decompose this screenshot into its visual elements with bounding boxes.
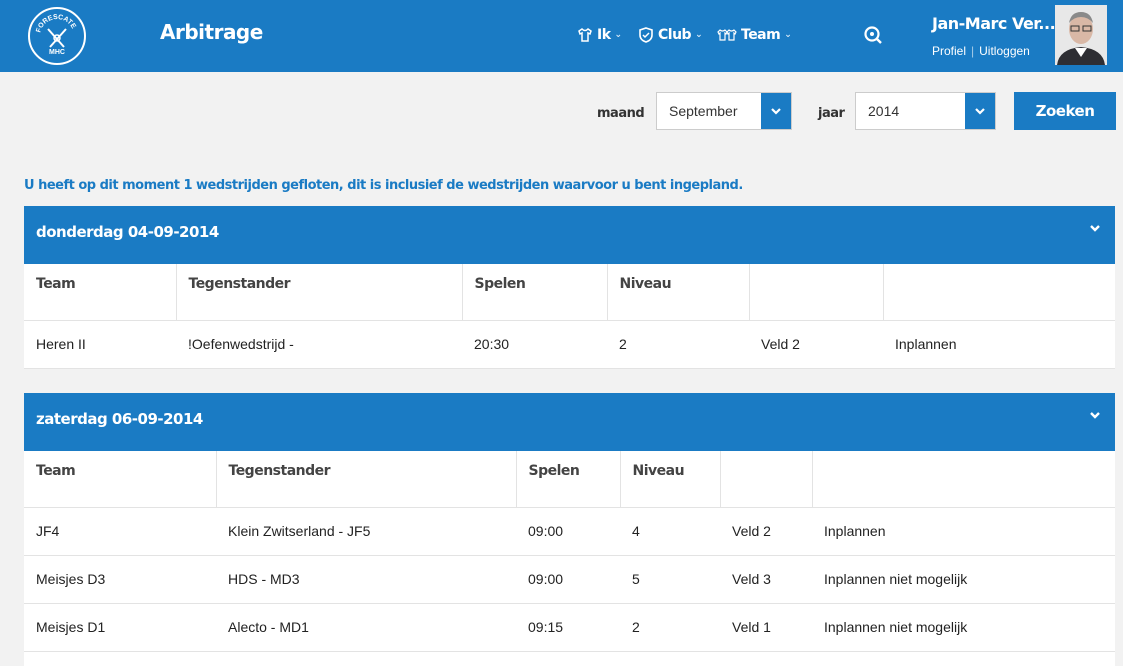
user-photo-icon xyxy=(1055,5,1107,65)
club-logo[interactable]: FORESCATE MHC xyxy=(28,7,86,65)
chevron-down-icon: ⌄ xyxy=(695,30,703,40)
table-row: Heren II !Oefenwedstrijd - 20:30 2 Veld … xyxy=(24,320,1115,369)
cell-opponent: !Oefenwedstrijd - xyxy=(176,320,462,369)
top-bar: FORESCATE MHC Arbitrage Ik ⌄ Club ⌄ Team… xyxy=(0,0,1123,72)
nav-item-ik[interactable]: Ik ⌄ xyxy=(577,27,622,43)
col-team: Team xyxy=(24,264,177,321)
year-select[interactable]: 2014 xyxy=(855,92,996,130)
svg-text:FORESCATE: FORESCATE xyxy=(35,14,77,34)
cell-field: Veld 3 xyxy=(720,555,812,604)
search-icon xyxy=(864,26,882,44)
cell-opponent: Klein Zwitserland - JF5 xyxy=(216,507,516,556)
cell-time: 09:00 xyxy=(516,507,620,556)
user-name: Jan-Marc Ver... xyxy=(932,14,1056,33)
dropdown-arrow[interactable] xyxy=(761,93,791,129)
nav-label: Ik xyxy=(597,27,611,43)
table-row: JF4 Klein Zwitserland - JF5 09:00 4 Veld… xyxy=(24,507,1115,556)
chevron-down-icon: ⌄ xyxy=(614,30,623,40)
nav-item-team[interactable]: Team ⌄ xyxy=(717,27,792,43)
status-text: Inplannen niet mogelijk xyxy=(812,555,1115,604)
table-row: Meisjes D1 Alecto - MD1 09:15 2 Veld 1 I… xyxy=(24,603,1115,652)
dropdown-arrow[interactable] xyxy=(965,93,995,129)
cell-time: 09:15 xyxy=(516,603,620,652)
col-opponent: Tegenstander xyxy=(176,264,463,321)
cell-field: Veld 2 xyxy=(720,507,812,556)
day-header[interactable]: zaterdag 06-09-2014 xyxy=(24,393,1115,451)
col-team: Team xyxy=(24,451,217,508)
nav-item-club[interactable]: Club ⌄ xyxy=(638,27,703,43)
shield-icon xyxy=(639,27,653,43)
hockey-sticks-logo-icon: FORESCATE MHC xyxy=(35,14,77,56)
avatar[interactable] xyxy=(1055,5,1107,65)
cell-level: 5 xyxy=(620,555,720,604)
day-block: donderdag 04-09-2014 Team Tegenstander S… xyxy=(24,206,1115,369)
cell-level: 2 xyxy=(620,603,720,652)
separator: | xyxy=(971,44,975,58)
month-select[interactable]: September xyxy=(656,92,792,130)
nav-label: Club xyxy=(658,27,692,43)
cell-opponent: HDS - MD3 xyxy=(216,555,516,604)
col-field xyxy=(720,451,813,508)
day-date: donderdag 04-09-2014 xyxy=(36,223,219,241)
cell-field: Veld 2 xyxy=(749,320,883,369)
profile-link[interactable]: Profiel xyxy=(932,44,966,58)
col-field xyxy=(749,264,884,321)
cell-team: Meisjes D1 xyxy=(24,603,216,652)
user-links: Profiel | Uitloggen xyxy=(932,44,1030,58)
col-time: Spelen xyxy=(516,451,621,508)
nav-label: Team xyxy=(741,27,781,43)
cell-team: Meisjes D3 xyxy=(24,555,216,604)
col-level: Niveau xyxy=(620,451,721,508)
day-header[interactable]: donderdag 04-09-2014 xyxy=(24,206,1115,264)
cell-team: Heren II xyxy=(24,320,176,369)
cell-level: 2 xyxy=(607,320,749,369)
chevron-down-icon: ⌄ xyxy=(784,30,792,40)
chevron-down-icon xyxy=(975,108,985,115)
cell-field: Veld 1 xyxy=(720,603,812,652)
cell-time: 09:00 xyxy=(516,555,620,604)
month-label: maand xyxy=(597,106,645,121)
status-text: Inplannen niet mogelijk xyxy=(812,603,1115,652)
cell-opponent: Alecto - MD1 xyxy=(216,603,516,652)
day-block: zaterdag 06-09-2014 Team Tegenstander Sp… xyxy=(24,393,1115,666)
match-table: Team Tegenstander Spelen Niveau JF4 Klei… xyxy=(24,451,1115,652)
col-opponent: Tegenstander xyxy=(216,451,517,508)
day-date: zaterdag 06-09-2014 xyxy=(36,410,203,428)
table-row: Meisjes D3 HDS - MD3 09:00 5 Veld 3 Inpl… xyxy=(24,555,1115,604)
intro-text: U heeft op dit moment 1 wedstrijden gefl… xyxy=(24,178,743,193)
month-value: September xyxy=(669,103,738,119)
year-label: jaar xyxy=(818,106,845,121)
col-level: Niveau xyxy=(607,264,750,321)
cell-team: JF4 xyxy=(24,507,216,556)
inplannen-action[interactable]: Inplannen xyxy=(883,320,1115,369)
chevron-down-icon[interactable] xyxy=(1089,409,1101,421)
cell-time: 20:30 xyxy=(462,320,607,369)
col-action xyxy=(812,451,1115,508)
year-value: 2014 xyxy=(868,103,900,119)
shirt-icon xyxy=(578,28,592,42)
chevron-down-icon xyxy=(771,108,781,115)
table-header-row: Team Tegenstander Spelen Niveau xyxy=(24,451,1115,508)
match-table: Team Tegenstander Spelen Niveau Heren II… xyxy=(24,264,1115,369)
col-time: Spelen xyxy=(462,264,608,321)
logout-link[interactable]: Uitloggen xyxy=(979,44,1030,58)
search-button[interactable] xyxy=(862,24,884,46)
table-header-row: Team Tegenstander Spelen Niveau xyxy=(24,264,1115,321)
col-action xyxy=(883,264,1115,321)
page-title: Arbitrage xyxy=(160,20,263,44)
svg-text:MHC: MHC xyxy=(49,49,65,56)
search-submit-button[interactable]: Zoeken xyxy=(1014,92,1116,130)
inplannen-action[interactable]: Inplannen xyxy=(812,507,1115,556)
cell-level: 4 xyxy=(620,507,720,556)
chevron-down-icon[interactable] xyxy=(1089,222,1101,234)
team-shirts-icon xyxy=(717,29,737,41)
